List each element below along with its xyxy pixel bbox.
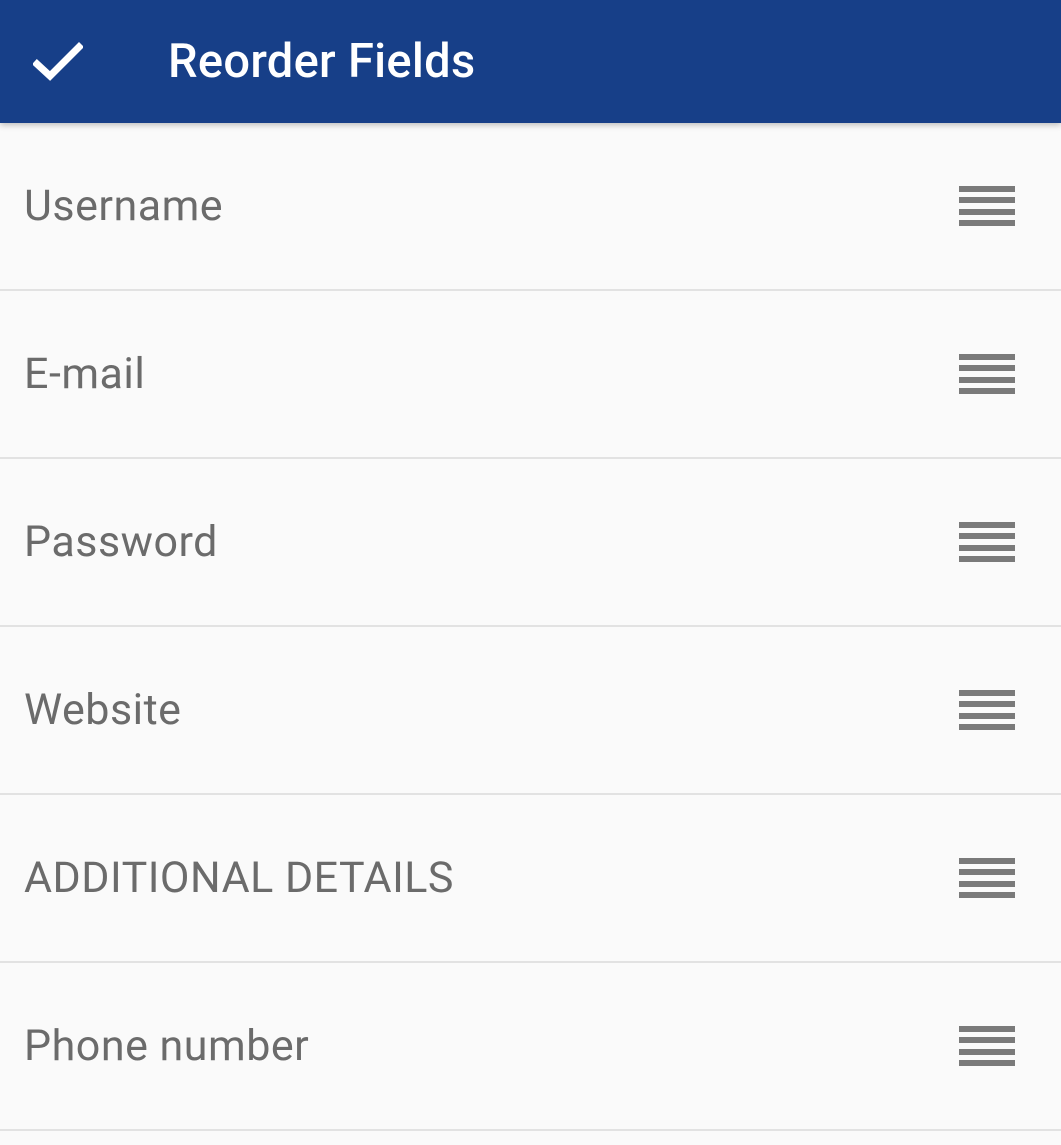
list-item[interactable]: Password xyxy=(0,459,1061,627)
list-item[interactable]: Website xyxy=(0,627,1061,795)
drag-handle-icon[interactable] xyxy=(959,186,1015,226)
check-icon xyxy=(33,42,83,82)
field-label: Website xyxy=(24,685,181,735)
field-label: Username xyxy=(24,181,223,231)
field-label: ADDITIONAL DETAILS xyxy=(24,853,454,903)
field-label: Password xyxy=(24,517,218,567)
list-item[interactable]: Phone number xyxy=(0,963,1061,1131)
drag-handle-icon[interactable] xyxy=(959,1026,1015,1066)
list-item[interactable]: Username xyxy=(0,123,1061,291)
drag-handle-icon[interactable] xyxy=(959,522,1015,562)
drag-handle-icon[interactable] xyxy=(959,354,1015,394)
drag-handle-icon[interactable] xyxy=(959,858,1015,898)
page-title: Reorder Fields xyxy=(168,34,475,89)
field-list: Username E-mail Password Website ADDITIO… xyxy=(0,123,1061,1131)
field-label: Phone number xyxy=(24,1021,309,1071)
list-item[interactable]: ADDITIONAL DETAILS xyxy=(0,795,1061,963)
list-item[interactable]: E-mail xyxy=(0,291,1061,459)
field-label: E-mail xyxy=(24,349,145,399)
app-bar: Reorder Fields xyxy=(0,0,1061,123)
drag-handle-icon[interactable] xyxy=(959,690,1015,730)
confirm-button[interactable] xyxy=(28,32,88,92)
